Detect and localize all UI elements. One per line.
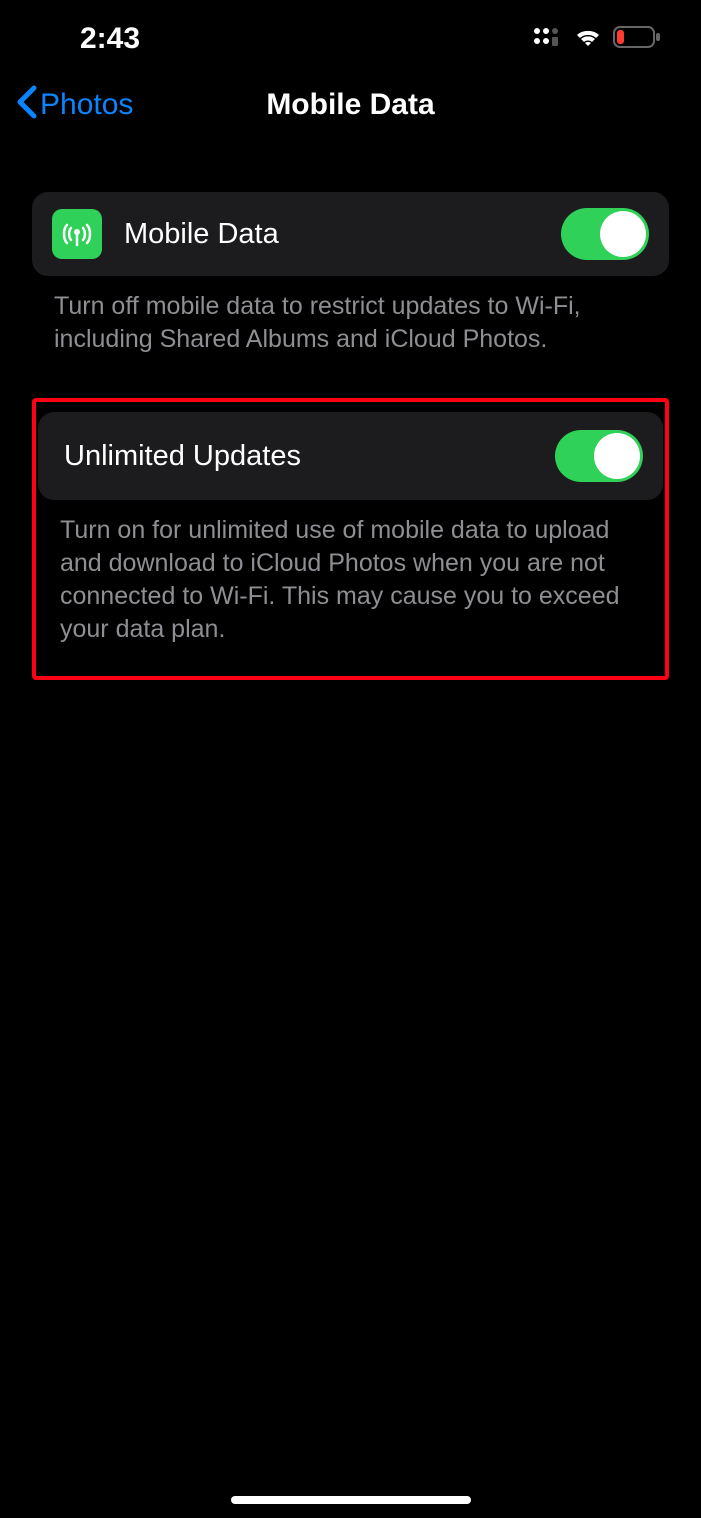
cellular-icon	[533, 27, 563, 52]
mobile-data-toggle[interactable]	[561, 208, 649, 260]
mobile-data-description: Turn off mobile data to restrict updates…	[32, 276, 669, 356]
wifi-icon	[573, 26, 603, 53]
chevron-left-icon	[14, 84, 38, 127]
back-button[interactable]: Photos	[14, 84, 133, 127]
unlimited-updates-description: Turn on for unlimited use of mobile data…	[36, 500, 665, 646]
battery-icon	[613, 26, 661, 53]
back-label: Photos	[40, 88, 133, 122]
highlight-annotation: Unlimited Updates Turn on for unlimited …	[32, 398, 669, 680]
status-icons	[533, 26, 661, 53]
mobile-data-label: Mobile Data	[124, 218, 279, 251]
nav-bar: Photos Mobile Data	[0, 60, 701, 142]
toggle-knob	[594, 433, 640, 479]
unlimited-updates-label: Unlimited Updates	[64, 440, 301, 473]
setting-left: Mobile Data	[52, 209, 279, 259]
status-time: 2:43	[80, 22, 140, 56]
home-indicator[interactable]	[231, 1496, 471, 1504]
toggle-knob	[600, 211, 646, 257]
content: Mobile Data Turn off mobile data to rest…	[0, 142, 701, 680]
antenna-icon	[52, 209, 102, 259]
unlimited-updates-row[interactable]: Unlimited Updates	[38, 412, 663, 500]
unlimited-updates-toggle[interactable]	[555, 430, 643, 482]
status-bar: 2:43	[0, 0, 701, 60]
mobile-data-row[interactable]: Mobile Data	[32, 192, 669, 276]
